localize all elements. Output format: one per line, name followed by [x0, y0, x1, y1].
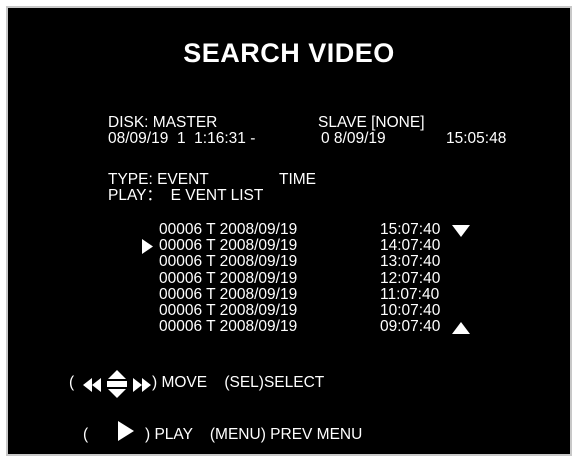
- scroll-down-icon[interactable]: [452, 224, 470, 238]
- event-time: 12:07:40: [380, 269, 441, 287]
- scroll-up-icon[interactable]: [452, 321, 470, 335]
- event-record: 00006 T 2008/09/19: [159, 237, 298, 255]
- event-row[interactable]: 00006 T 2008/09/19 12:07:40: [159, 269, 499, 287]
- event-time: 11:07:40: [380, 285, 440, 303]
- move-select-hint: ) MOVE (SEL)SELECT: [152, 374, 325, 391]
- play-triangle-icon: [117, 420, 135, 442]
- move-open-paren: (: [69, 374, 75, 391]
- event-row[interactable]: 00006 T 2008/09/19 13:07:40: [159, 254, 499, 270]
- event-time: 09:07:40: [380, 318, 441, 336]
- event-record: 00006 T 2008/09/19: [159, 285, 298, 303]
- event-row[interactable]: 00006 T 2008/09/19 11:07:40: [159, 285, 499, 303]
- page-title: SEARCH VIDEO: [183, 38, 395, 68]
- event-row[interactable]: 00006 T 2008/09/19 14:07:40: [142, 237, 499, 255]
- event-time: 10:07:40: [380, 302, 441, 319]
- event-record: 00006 T 2008/09/19: [159, 253, 298, 271]
- range-end-date: 0 8/09/19: [321, 130, 386, 147]
- play-open-paren: (: [83, 426, 89, 443]
- search-video-screen: SEARCH VIDEO DISK: MASTER SLAVE [NONE] 0…: [6, 6, 572, 456]
- event-record: 00006 T 2008/09/19: [159, 221, 298, 238]
- event-time: 13:07:40: [380, 253, 441, 271]
- event-record: 00006 T 2008/09/19: [159, 269, 298, 287]
- event-row[interactable]: 00006 T 2008/09/19 10:07:40: [159, 303, 499, 319]
- event-row[interactable]: 00006 T 2008/09/19 15:07:40: [159, 222, 499, 238]
- disk-slave-label: SLAVE [NONE]: [318, 114, 425, 131]
- play-mode-label: PLAY： E VENT LIST: [108, 187, 264, 204]
- type-value[interactable]: TIME: [279, 172, 316, 188]
- range-end-time: 15:05:48: [446, 130, 507, 147]
- event-record: 00006 T 2008/09/19: [159, 302, 298, 319]
- disk-master-label: DISK: MASTER: [108, 114, 218, 131]
- selected-marker-icon: [141, 239, 154, 255]
- event-time: 14:07:40: [380, 237, 441, 255]
- event-record: 00006 T 2008/09/19: [159, 318, 298, 336]
- play-menu-hint: ) PLAY (MENU) PREV MENU: [145, 426, 363, 443]
- range-start: 08/09/19 1 1:16:31 -: [108, 130, 256, 147]
- event-time: 15:07:40: [380, 221, 441, 238]
- type-label: TYPE: EVENT: [108, 171, 209, 188]
- event-row[interactable]: 00006 T 2008/09/19 09:07:40: [159, 319, 499, 335]
